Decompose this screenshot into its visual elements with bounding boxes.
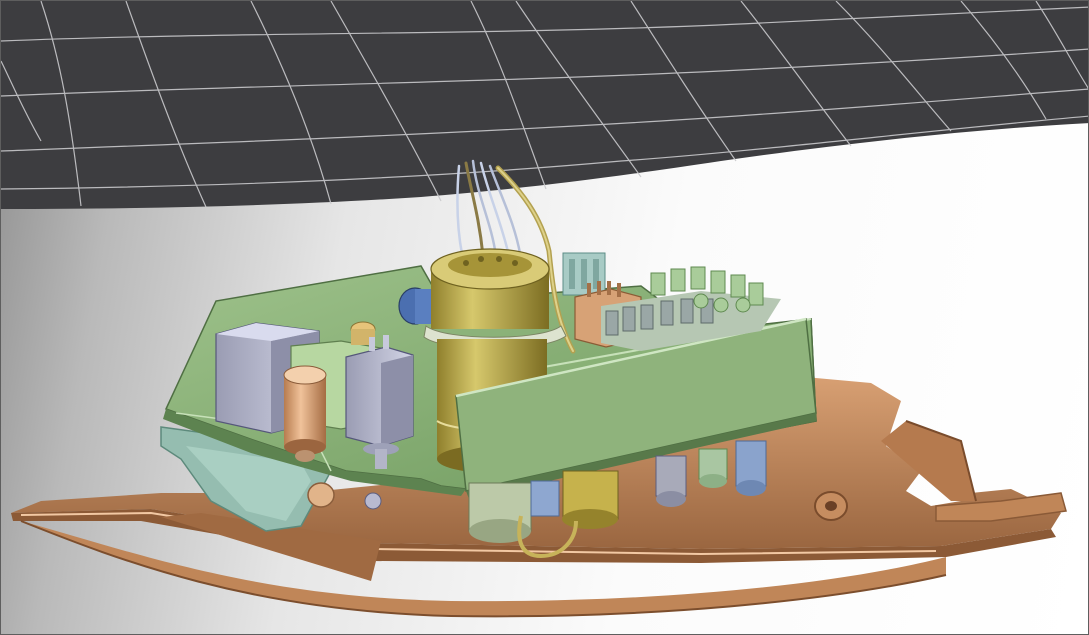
capacitor[interactable] — [283, 365, 327, 462]
mesh-surface-icon — [1, 1, 1088, 209]
cad-scene[interactable] — [1, 1, 1089, 635]
cad-viewport[interactable] — [0, 0, 1089, 635]
